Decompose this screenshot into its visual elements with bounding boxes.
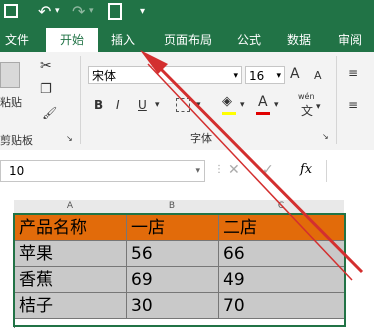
- arrow-shaft-inner: [147, 63, 353, 281]
- annotation-arrow: [140, 50, 364, 281]
- arrow-shaft: [150, 58, 364, 274]
